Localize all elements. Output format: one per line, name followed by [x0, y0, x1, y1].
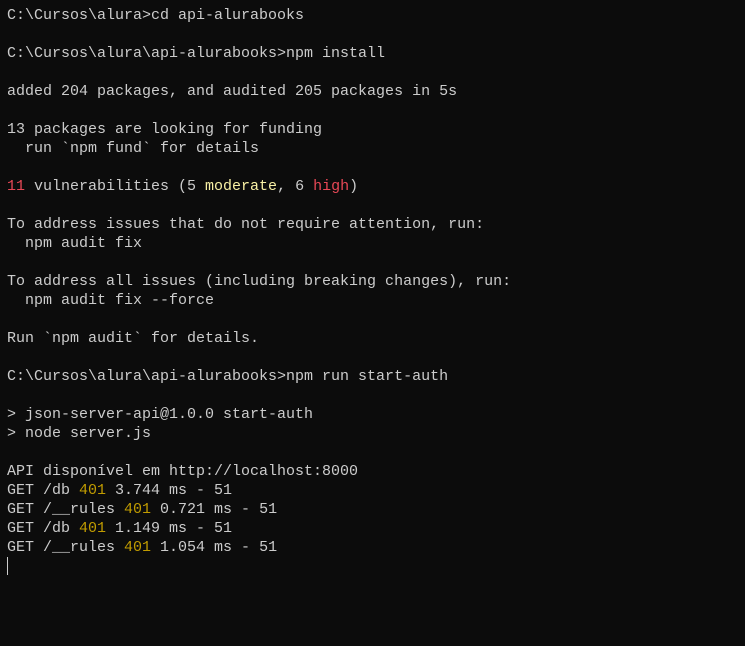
terminal-text: GET /__rules — [7, 501, 125, 518]
terminal-line: GET /db 401 3.744 ms - 51 — [7, 481, 511, 500]
terminal-text: 401 — [124, 539, 152, 556]
terminal-text: 401 — [79, 482, 107, 499]
terminal-output[interactable]: C:\Cursos\alura>cd api-alurabooks C:\Curs… — [7, 6, 511, 576]
terminal-text: C:\Cursos\alura>cd api-alurabooks — [7, 7, 305, 24]
terminal-text: added 204 packages, and audited 205 pack… — [7, 83, 458, 100]
prompt-line[interactable] — [7, 557, 511, 576]
terminal-text: 3.744 ms - 51 — [106, 482, 233, 499]
terminal-line: Run `npm audit` for details. — [7, 329, 511, 348]
terminal-line: C:\Cursos\alura>cd api-alurabooks — [7, 6, 511, 25]
terminal-text: 0.721 ms - 51 — [151, 501, 278, 518]
terminal-text: moderate — [205, 178, 278, 195]
terminal-text: 401 — [79, 520, 107, 537]
terminal-text: 1.054 ms - 51 — [151, 539, 278, 556]
terminal-line: GET /db 401 1.149 ms - 51 — [7, 519, 511, 538]
terminal-text: C:\Cursos\alura\api-alurabooks>npm run s… — [7, 368, 449, 385]
terminal-text: To address issues that do not require at… — [7, 216, 485, 233]
terminal-text: 11 — [7, 178, 26, 195]
terminal-text: > node server.js — [7, 425, 152, 442]
terminal-line: npm audit fix — [7, 234, 511, 253]
terminal-text: 401 — [124, 501, 152, 518]
terminal-text: vulnerabilities (5 — [25, 178, 206, 195]
terminal-text: Run `npm audit` for details. — [7, 330, 260, 347]
terminal-line: To address issues that do not require at… — [7, 215, 511, 234]
terminal-text: 1.149 ms - 51 — [106, 520, 233, 537]
terminal-text: 13 packages are looking for funding — [7, 121, 323, 138]
terminal-line: 11 vulnerabilities (5 moderate, 6 high) — [7, 177, 511, 196]
terminal-text: To address all issues (including breakin… — [7, 273, 512, 290]
terminal-text: > json-server-api@1.0.0 start-auth — [7, 406, 314, 423]
terminal-text: GET /db — [7, 482, 80, 499]
terminal-text: npm audit fix — [7, 235, 143, 252]
terminal-line: added 204 packages, and audited 205 pack… — [7, 82, 511, 101]
text-cursor — [7, 557, 8, 575]
terminal-line: npm audit fix --force — [7, 291, 511, 310]
terminal-text: API disponível em http://localhost:8000 — [7, 463, 359, 480]
terminal-text: run `npm fund` for details — [7, 140, 260, 157]
terminal-text: C:\Cursos\alura\api-alurabooks>npm insta… — [7, 45, 386, 62]
terminal-text: GET /__rules — [7, 539, 125, 556]
terminal-text: , 6 — [277, 178, 314, 195]
terminal-text: GET /db — [7, 520, 80, 537]
terminal-line: GET /__rules 401 1.054 ms - 51 — [7, 538, 511, 557]
terminal-line: To address all issues (including breakin… — [7, 272, 511, 291]
terminal-line: GET /__rules 401 0.721 ms - 51 — [7, 500, 511, 519]
terminal-line: API disponível em http://localhost:8000 — [7, 462, 511, 481]
terminal-line: > json-server-api@1.0.0 start-auth — [7, 405, 511, 424]
terminal-line: 13 packages are looking for funding — [7, 120, 511, 139]
terminal-text: ) — [349, 178, 359, 195]
terminal-text: high — [313, 178, 350, 195]
terminal-line: run `npm fund` for details — [7, 139, 511, 158]
terminal-line: C:\Cursos\alura\api-alurabooks>npm run s… — [7, 367, 511, 386]
terminal-text: npm audit fix --force — [7, 292, 215, 309]
terminal-line: > node server.js — [7, 424, 511, 443]
terminal-line: C:\Cursos\alura\api-alurabooks>npm insta… — [7, 44, 511, 63]
